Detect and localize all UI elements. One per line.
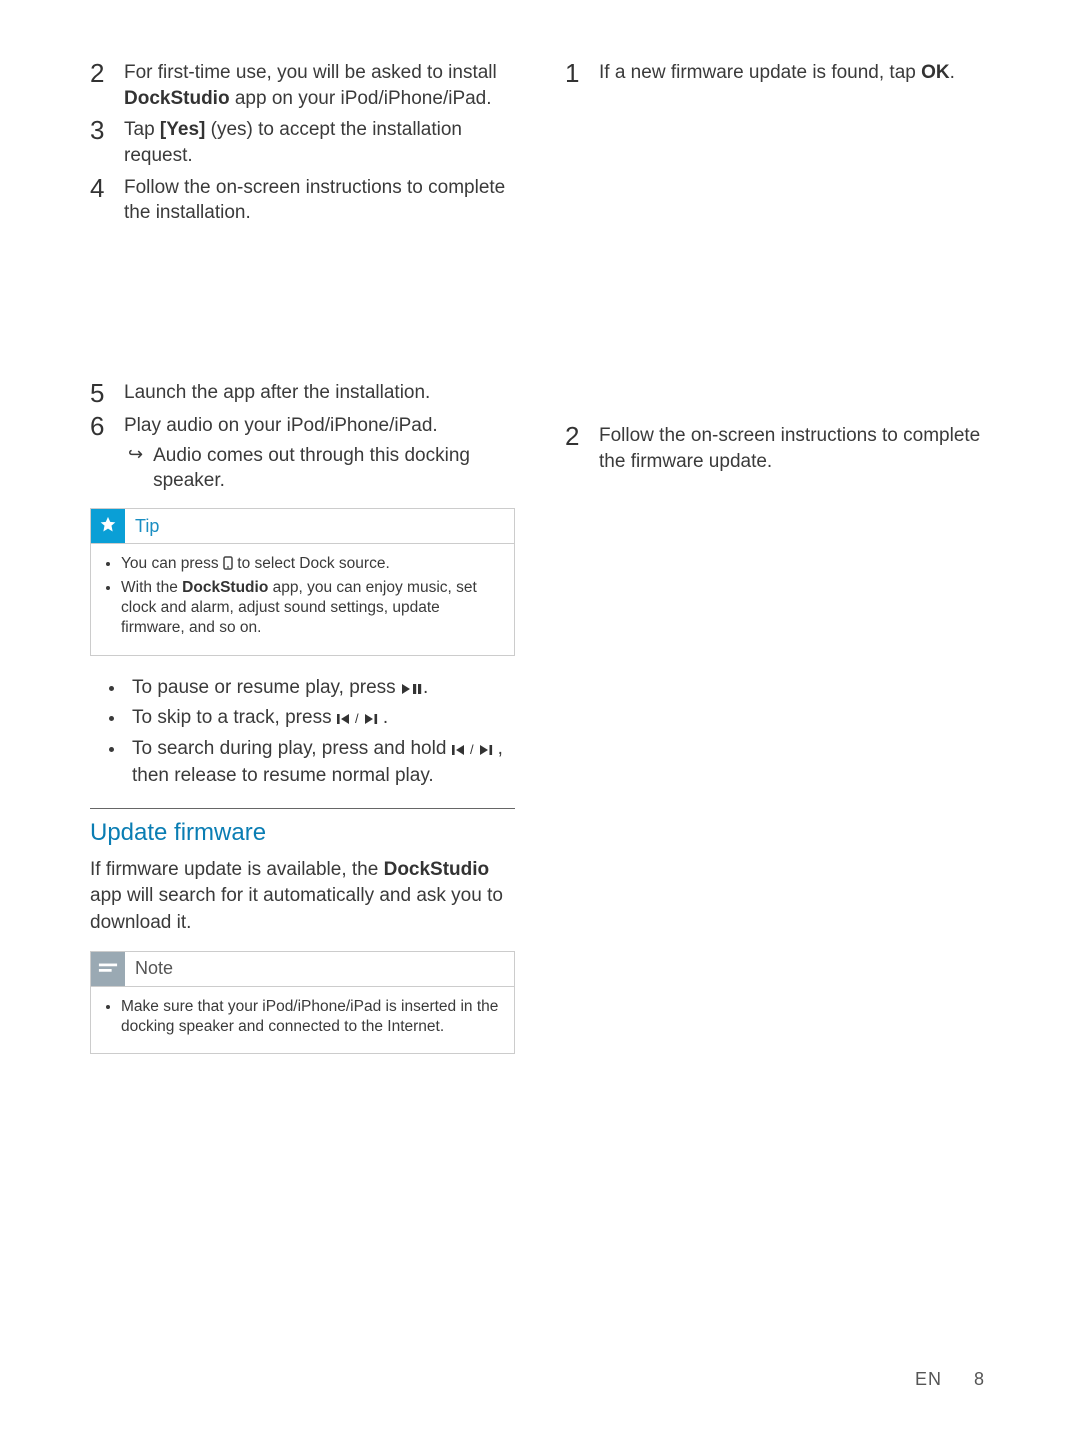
tip-title: Tip xyxy=(135,516,159,537)
tip-body: You can press to select Dock source. Wit… xyxy=(91,544,514,655)
note-icon xyxy=(91,952,125,986)
step-number: 2 xyxy=(90,60,110,111)
step-2-right: 2 Follow the on-screen instructions to c… xyxy=(565,423,990,474)
step-text: Play audio on your iPod/iPhone/iPad. ↪ A… xyxy=(124,413,515,494)
dock-icon xyxy=(223,555,233,572)
list-item: To skip to a track, press /. xyxy=(126,704,515,732)
prev-next-icon: / xyxy=(452,738,498,759)
footer-page-number: 8 xyxy=(974,1369,985,1389)
footer-lang: EN xyxy=(915,1369,942,1389)
note-header: Note xyxy=(91,952,514,987)
note-item: Make sure that your iPod/iPhone/iPad is … xyxy=(121,997,500,1037)
list-item: To search during play, press and hold /,… xyxy=(126,735,515,790)
tip-icon xyxy=(91,509,125,543)
tip-item: With the DockStudio app, you can enjoy m… xyxy=(121,578,500,638)
step-4: 4 Follow the on-screen instructions to c… xyxy=(90,175,515,226)
list-item: To pause or resume play, press . xyxy=(126,674,515,702)
note-body: Make sure that your iPod/iPhone/iPad is … xyxy=(91,987,514,1053)
step-text: Tap [Yes] (yes) to accept the installati… xyxy=(124,117,515,168)
step-text: Follow the on-screen instructions to com… xyxy=(599,423,990,474)
step-5: 5 Launch the app after the installation. xyxy=(90,380,515,407)
svg-text:/: / xyxy=(355,713,359,725)
note-title: Note xyxy=(135,958,173,979)
tip-item: You can press to select Dock source. xyxy=(121,554,500,574)
step-number: 5 xyxy=(90,380,110,407)
update-firmware-text: If firmware update is available, the Doc… xyxy=(90,857,515,937)
play-pause-icon xyxy=(401,677,423,698)
step-text: For first-time use, you will be asked to… xyxy=(124,60,515,111)
step-number: 3 xyxy=(90,117,110,168)
step-2: 2 For first-time use, you will be asked … xyxy=(90,60,515,111)
page-footer: EN 8 xyxy=(915,1369,985,1390)
step-result: ↪ Audio comes out through this docking s… xyxy=(128,443,515,494)
tip-box: Tip You can press to select Dock source.… xyxy=(90,508,515,656)
step-number: 4 xyxy=(90,175,110,226)
step-text: Launch the app after the installation. xyxy=(124,380,515,407)
step-number: 6 xyxy=(90,413,110,494)
note-box: Note Make sure that your iPod/iPhone/iPa… xyxy=(90,951,515,1054)
image-placeholder xyxy=(90,232,515,380)
update-firmware-title: Update firmware xyxy=(90,819,515,847)
step-1-right: 1 If a new firmware update is found, tap… xyxy=(565,60,990,87)
result-arrow-icon: ↪ xyxy=(128,443,143,494)
step-text: Follow the on-screen instructions to com… xyxy=(124,175,515,226)
page-columns: 2 For first-time use, you will be asked … xyxy=(90,60,990,1072)
prev-next-icon: / xyxy=(337,707,383,728)
step-3: 3 Tap [Yes] (yes) to accept the installa… xyxy=(90,117,515,168)
step-number: 1 xyxy=(565,60,585,87)
step-6: 6 Play audio on your iPod/iPhone/iPad. ↪… xyxy=(90,413,515,494)
controls-list: To pause or resume play, press . To skip… xyxy=(90,674,515,790)
section-divider xyxy=(90,808,515,809)
step-number: 2 xyxy=(565,423,585,474)
step-text: If a new firmware update is found, tap O… xyxy=(599,60,990,87)
right-column: 1 If a new firmware update is found, tap… xyxy=(565,60,990,1072)
tip-header: Tip xyxy=(91,509,514,544)
svg-text:/: / xyxy=(470,744,474,756)
image-placeholder xyxy=(565,93,990,423)
left-column: 2 For first-time use, you will be asked … xyxy=(90,60,515,1072)
